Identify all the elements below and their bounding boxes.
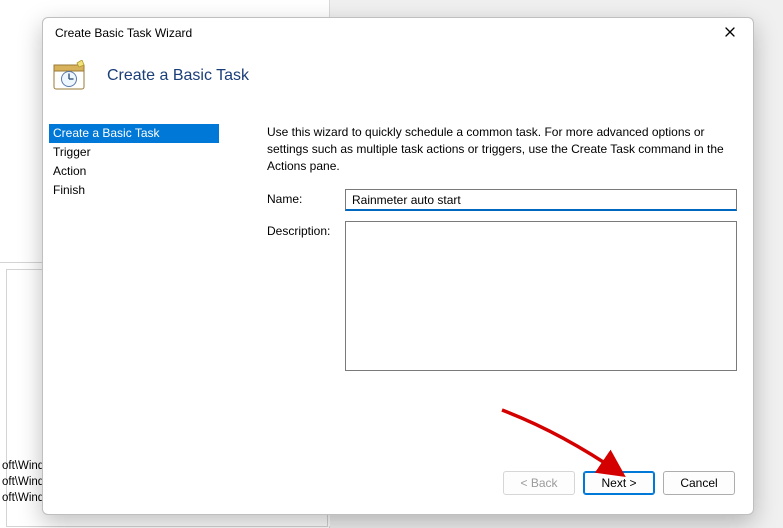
- wizard-footer: < Back Next > Cancel: [43, 464, 753, 514]
- next-button[interactable]: Next >: [583, 471, 655, 495]
- cancel-button[interactable]: Cancel: [663, 471, 735, 495]
- step-trigger[interactable]: Trigger: [49, 143, 219, 162]
- wizard-heading: Create a Basic Task: [107, 67, 249, 85]
- name-label: Name:: [267, 189, 345, 206]
- wizard-steps-nav: Create a Basic Task Trigger Action Finis…: [43, 124, 219, 464]
- step-action[interactable]: Action: [49, 162, 219, 181]
- wizard-content: Use this wizard to quickly schedule a co…: [219, 124, 753, 464]
- description-label: Description:: [267, 221, 345, 238]
- background-tree-fragment: oft\Wind… oft\Windows\U… oft\Windows\Fli…: [0, 458, 47, 528]
- description-textarea[interactable]: [345, 221, 737, 371]
- wizard-dialog: Create Basic Task Wizard Create a Basic …: [42, 17, 754, 515]
- close-button[interactable]: [713, 21, 747, 45]
- close-icon: [725, 26, 735, 40]
- intro-text: Use this wizard to quickly schedule a co…: [267, 124, 737, 175]
- wizard-header: Create a Basic Task: [43, 48, 753, 104]
- task-wizard-icon: [53, 60, 85, 92]
- step-finish[interactable]: Finish: [49, 181, 219, 200]
- step-create-basic-task[interactable]: Create a Basic Task: [49, 124, 219, 143]
- window-title: Create Basic Task Wizard: [55, 26, 713, 40]
- title-bar: Create Basic Task Wizard: [43, 18, 753, 48]
- back-button: < Back: [503, 471, 575, 495]
- name-input[interactable]: [345, 189, 737, 211]
